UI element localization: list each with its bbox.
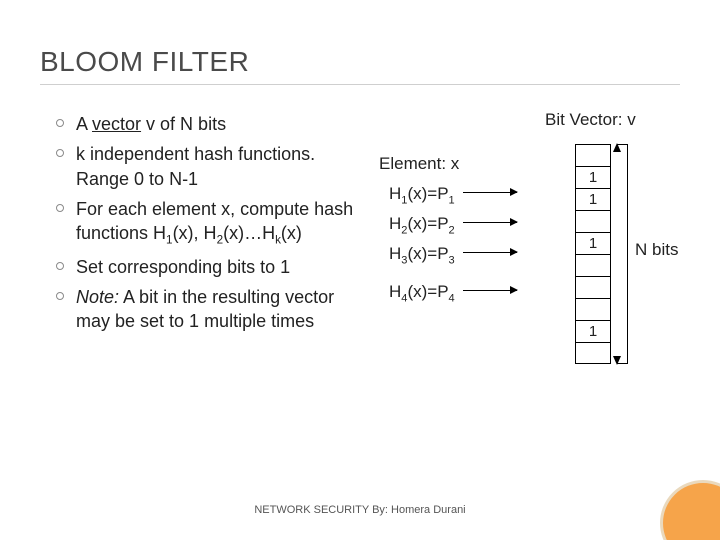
sub: 3 — [449, 254, 455, 266]
bit-cell: 1 — [575, 188, 611, 210]
diagram: Bit Vector: v Element: x H1(x)=P1 H2(x)=… — [375, 110, 705, 410]
element-label: Element: x — [379, 154, 459, 174]
decor-circle-icon — [660, 480, 720, 540]
bit-cell — [575, 276, 611, 298]
bit-cell — [575, 342, 611, 364]
bit-cell — [575, 144, 611, 166]
text: A — [76, 114, 92, 134]
bit-cell — [575, 254, 611, 276]
hash-fn-row: H1(x)=P1 — [389, 184, 517, 206]
bullet-item: Set corresponding bits to 1 — [54, 255, 368, 279]
underline-vector: vector — [92, 114, 141, 134]
sub: 4 — [449, 292, 455, 304]
footer-text: NETWORK SECURITY By: Homera Durani — [0, 504, 720, 516]
bitvector-label: Bit Vector: v — [545, 110, 636, 130]
bullet-item: k independent hash functions. Range 0 to… — [54, 142, 368, 191]
text: (x)=P — [407, 282, 448, 301]
slide-title: BLOOM FILTER — [40, 46, 249, 78]
hash-fn-row: H2(x)=P2 — [389, 214, 517, 236]
title-rule — [40, 84, 680, 85]
bit-cell: 1 — [575, 166, 611, 188]
text: H — [389, 282, 401, 301]
sub: 1 — [449, 194, 455, 206]
bit-cell — [575, 298, 611, 320]
bit-vector: 1 1 1 1 — [575, 144, 611, 364]
n-bits-label: N bits — [635, 240, 678, 260]
n-bits-bracket — [617, 144, 627, 364]
bullet-item: A vector v of N bits — [54, 112, 368, 136]
text: (x)=P — [407, 184, 448, 203]
text: (x)…H — [223, 223, 275, 243]
text: H — [389, 214, 401, 233]
bit-cell: 1 — [575, 232, 611, 254]
italic-note: Note: — [76, 287, 119, 307]
text: v of N bits — [141, 114, 226, 134]
text: (x) — [281, 223, 302, 243]
text: (x)=P — [407, 244, 448, 263]
slide: { "title": "BLOOM FILTER", "bullets": { … — [0, 0, 720, 540]
bullet-list: A vector v of N bits k independent hash … — [54, 112, 368, 339]
bullet-item: For each element x, compute hash functio… — [54, 197, 368, 249]
hash-fn-row: H4(x)=P4 — [389, 282, 517, 304]
arrow-icon — [463, 222, 517, 223]
arrow-icon — [463, 192, 517, 193]
arrow-icon — [463, 252, 517, 253]
bit-cell: 1 — [575, 320, 611, 342]
text: H — [389, 244, 401, 263]
sub: 2 — [449, 224, 455, 236]
hash-fn-row: H3(x)=P3 — [389, 244, 517, 266]
bullet-item: Note: A bit in the resulting vector may … — [54, 285, 368, 334]
arrow-icon — [463, 290, 517, 291]
text: H — [389, 184, 401, 203]
bit-cell — [575, 210, 611, 232]
text: (x)=P — [407, 214, 448, 233]
text: (x), H — [173, 223, 217, 243]
